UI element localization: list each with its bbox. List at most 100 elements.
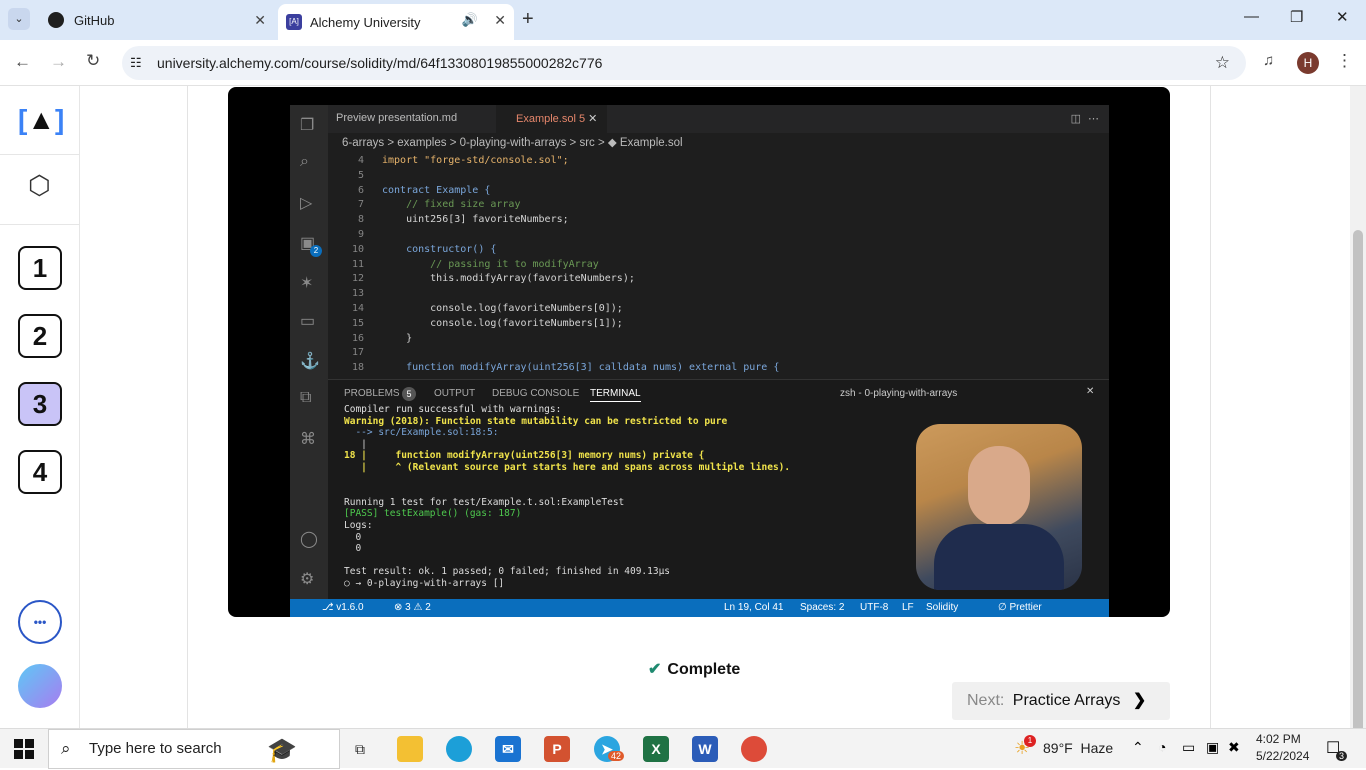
graduation-cap-icon: 🎓 bbox=[267, 737, 297, 764]
code-text: constructor() { bbox=[382, 243, 497, 255]
step-button-1[interactable]: 1 bbox=[18, 246, 62, 290]
network-icon[interactable]: ◔ bbox=[1158, 739, 1166, 755]
scrollbar-thumb[interactable] bbox=[1353, 230, 1363, 748]
tab-alchemy-title: Alchemy University bbox=[310, 14, 421, 30]
ethereum-icon[interactable]: ⬡ bbox=[28, 170, 51, 201]
code-text: console.log(favoriteNumbers[0]); bbox=[382, 303, 623, 314]
remote-icon: ⧉ bbox=[300, 389, 312, 406]
figma-icon: ⌘ bbox=[300, 431, 316, 448]
line-number: 11 bbox=[351, 258, 364, 270]
vscode-status-bar: ⎇ v1.6.0 ⊗ 3 ⚠ 2 Ln 19, Col 41 Spaces: 2… bbox=[290, 599, 1109, 617]
notification-count: 3 bbox=[1336, 751, 1348, 761]
new-tab-button[interactable]: + bbox=[522, 8, 534, 31]
windows-taskbar: ⌕ Type here to search 🎓 ⧉ ✉ P ➤ 42 X W ☀… bbox=[0, 728, 1366, 769]
minimize-button[interactable]: — bbox=[1244, 8, 1259, 25]
editor-tab-preview: Preview presentation.md bbox=[336, 112, 458, 124]
tree-icon: ✶ bbox=[300, 275, 314, 292]
code-text: // passing it to modifyArray bbox=[382, 258, 599, 270]
page-content: [▲] ⬡ 1 2 3 4 ••• ❐ ⌕ ▷ ▣ 2 ✶ ▭ ⚓ ⧉ ⌘ ◯ bbox=[0, 86, 1350, 728]
tray-chevron-icon[interactable]: ⌃ bbox=[1132, 739, 1144, 756]
line-number: 10 bbox=[351, 243, 364, 255]
next-lesson-button[interactable]: Next: Practice Arrays ❯ bbox=[952, 682, 1170, 720]
line-number: 12 bbox=[351, 273, 364, 285]
terminal-line: 0 bbox=[344, 531, 362, 543]
line-number: 15 bbox=[351, 317, 364, 329]
close-window-button[interactable]: ✕ bbox=[1336, 8, 1349, 26]
reload-icon[interactable]: ↻ bbox=[86, 51, 100, 71]
meet-icon[interactable]: ▣ bbox=[1206, 739, 1219, 756]
file-explorer-icon[interactable] bbox=[397, 736, 423, 762]
search-magnifier-icon: ⌕ bbox=[61, 739, 71, 758]
close-tab-github-icon[interactable]: ✕ bbox=[254, 12, 266, 29]
bookmark-star-icon[interactable]: ☆ bbox=[1215, 46, 1230, 80]
address-bar[interactable]: ☷ university.alchemy.com/course/solidity… bbox=[122, 46, 1246, 80]
line-number: 18 bbox=[351, 362, 364, 374]
account-icon: ◯ bbox=[300, 531, 318, 548]
status-position: Ln 19, Col 41 bbox=[724, 602, 784, 613]
step-button-4[interactable]: 4 bbox=[18, 450, 62, 494]
close-tab-alchemy-icon[interactable]: ✕ bbox=[494, 12, 506, 29]
volume-muted-icon[interactable]: ✖ bbox=[1228, 739, 1240, 756]
terminal-line: --> src/Example.sol:18:5: bbox=[344, 427, 499, 439]
task-view-icon[interactable]: ⧉ bbox=[347, 736, 373, 762]
search-icon: ⌕ bbox=[300, 153, 309, 170]
terminal-tab: TERMINAL bbox=[590, 388, 641, 402]
restore-button[interactable]: ❐ bbox=[1290, 8, 1303, 26]
lesson-video[interactable]: ❐ ⌕ ▷ ▣ 2 ✶ ▭ ⚓ ⧉ ⌘ ◯ ⚙ Preview presenta… bbox=[228, 87, 1170, 617]
complete-status[interactable]: ✔ Complete bbox=[648, 659, 740, 679]
chrome-icon[interactable] bbox=[741, 736, 767, 762]
weather-text[interactable]: 89°F Haze bbox=[1043, 740, 1113, 756]
activity-bar: ❐ ⌕ ▷ ▣ 2 ✶ ▭ ⚓ ⧉ ⌘ ◯ ⚙ bbox=[290, 105, 328, 599]
media-controls-icon[interactable]: ♫ bbox=[1263, 52, 1274, 69]
word-icon[interactable]: W bbox=[692, 736, 718, 762]
browser-toolbar: ← → ↻ ☷ university.alchemy.com/course/so… bbox=[0, 40, 1366, 86]
back-arrow-icon[interactable]: ← bbox=[14, 52, 31, 72]
window-icon: ▭ bbox=[300, 313, 316, 330]
user-avatar[interactable] bbox=[18, 664, 62, 708]
tab-search-button[interactable]: ⌄ bbox=[8, 8, 30, 30]
page-scrollbar[interactable] bbox=[1350, 86, 1366, 748]
browser-menu-icon[interactable]: ⋮ bbox=[1336, 51, 1353, 71]
windows-start-icon[interactable] bbox=[14, 739, 34, 759]
terminal-line: 0 bbox=[344, 543, 362, 555]
clock-time[interactable]: 4:02 PM bbox=[1256, 732, 1301, 746]
status-eol: LF bbox=[902, 602, 914, 613]
step-button-3[interactable]: 3 bbox=[18, 382, 62, 426]
forward-arrow-icon[interactable]: → bbox=[50, 52, 67, 72]
code-text: this.modifyArray(favoriteNumbers); bbox=[382, 273, 635, 285]
telegram-badge: 42 bbox=[608, 751, 625, 761]
browser-tab-bar: ⌄ GitHub ✕ [A] Alchemy University 🔊 ✕ + … bbox=[0, 0, 1366, 40]
taskbar-search[interactable]: ⌕ Type here to search 🎓 bbox=[48, 729, 340, 769]
profile-avatar[interactable]: H bbox=[1297, 52, 1319, 74]
tab-github[interactable]: GitHub ✕ bbox=[34, 4, 274, 36]
powerpoint-icon[interactable]: P bbox=[544, 736, 570, 762]
more-options-button[interactable]: ••• bbox=[18, 600, 62, 644]
terminal-line: Compiler run successful with warnings: bbox=[344, 404, 562, 415]
tab-alchemy[interactable]: [A] Alchemy University 🔊 ✕ bbox=[278, 4, 514, 40]
edge-icon[interactable] bbox=[446, 736, 472, 762]
speaker-icon[interactable]: 🔊 bbox=[462, 12, 478, 28]
terminal-line: Running 1 test for test/Example.t.sol:Ex… bbox=[344, 496, 625, 508]
github-icon bbox=[48, 12, 64, 28]
editor-breadcrumb: 6-arrays > examples > 0-playing-with-arr… bbox=[328, 133, 1109, 153]
course-sidebar: [▲] ⬡ 1 2 3 4 ••• bbox=[0, 86, 80, 728]
line-number: 6 bbox=[357, 184, 364, 196]
battery-icon[interactable]: ▭ bbox=[1182, 739, 1195, 756]
mail-icon[interactable]: ✉ bbox=[495, 736, 521, 762]
next-prefix: Next: bbox=[967, 692, 1005, 709]
step-button-2[interactable]: 2 bbox=[18, 314, 62, 358]
site-info-icon[interactable]: ☷ bbox=[130, 46, 142, 80]
alchemy-logo[interactable]: [▲] bbox=[18, 104, 64, 136]
line-number: 4 bbox=[357, 155, 364, 166]
terminal-line: Warning (2018): Function state mutabilit… bbox=[344, 415, 728, 427]
presenter-webcam bbox=[916, 424, 1082, 590]
split-editor-icon: ◫ bbox=[1070, 113, 1081, 125]
line-number: 9 bbox=[357, 229, 364, 240]
complete-label: Complete bbox=[667, 661, 741, 678]
code-text: console.log(favoriteNumbers[1]); bbox=[382, 317, 623, 329]
clock-date[interactable]: 5/22/2024 bbox=[1256, 749, 1309, 763]
excel-icon[interactable]: X bbox=[643, 736, 669, 762]
status-prettier: ∅ Prettier bbox=[998, 602, 1042, 613]
activity-badge: 2 bbox=[310, 245, 322, 257]
